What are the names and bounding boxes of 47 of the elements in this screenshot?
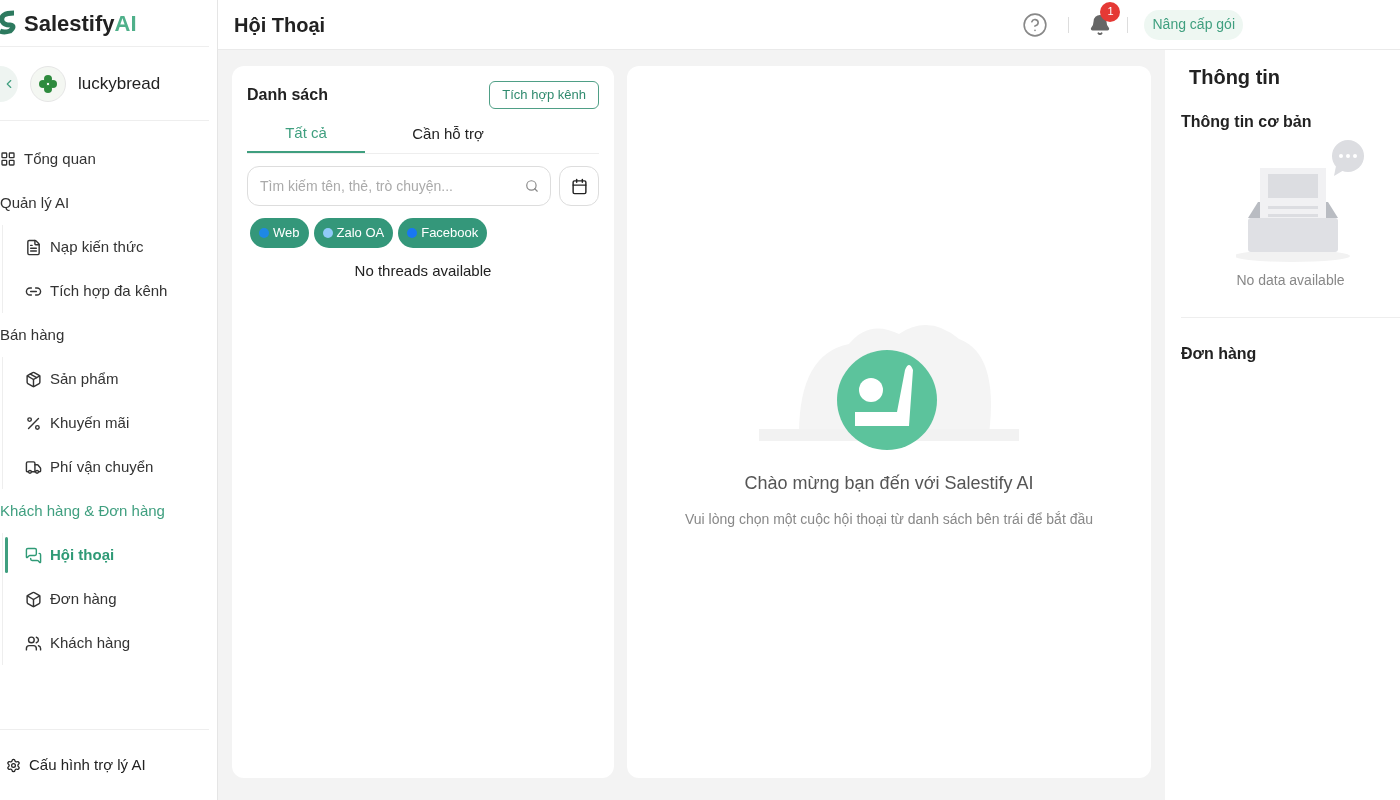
- search-icon: [525, 179, 539, 193]
- tab[interactable]: Cần hỗ trợ: [389, 115, 507, 153]
- search-field[interactable]: Tìm kiếm tên, thẻ, trò chuyện...: [247, 166, 551, 206]
- welcome-subtitle: Vui lòng chọn một cuộc hội thoại từ danh sách bên trái để bắt đầu: [684, 510, 1094, 529]
- nav-item[interactable]: Khuyến mãi: [25, 411, 130, 435]
- channel-filter[interactable]: Facebook: [398, 218, 488, 248]
- info-title: Thông tin: [1189, 65, 1282, 90]
- orders-title: Đơn hàng: [1181, 344, 1258, 364]
- integrate-channel-button[interactable]: Tích hợp kênh: [489, 81, 599, 109]
- nav-icon: [25, 370, 42, 388]
- nav-item[interactable]: Khách hàng: [25, 631, 131, 655]
- grid-icon: [0, 151, 16, 167]
- notification-badge: 1: [1100, 1, 1121, 22]
- page-title: Hội Thoại: [234, 12, 326, 38]
- nav-icon: [25, 546, 42, 564]
- nav-item[interactable]: Nạp kiến thức: [25, 235, 144, 259]
- calendar-icon: [570, 177, 588, 195]
- basic-info-title: Thông tin cơ bản: [1181, 112, 1313, 132]
- empty-threads-text: No threads available: [353, 261, 493, 281]
- welcome-title: Chào mừng bạn đến với Salestify AI: [744, 472, 1034, 495]
- active-indicator: [5, 537, 8, 573]
- channel-filter[interactable]: Web: [250, 218, 309, 248]
- settings-icon: [6, 757, 21, 773]
- notification-icon[interactable]: [1089, 13, 1112, 36]
- calendar-button[interactable]: [559, 166, 599, 206]
- nav-section-title: Quản lý AI: [0, 192, 71, 213]
- no-data-text: No data available: [1235, 271, 1346, 290]
- nav-item[interactable]: Đơn hàng: [25, 587, 117, 611]
- nav-icon: [25, 238, 42, 256]
- nav-icon: [25, 634, 42, 652]
- nav-item[interactable]: Tổng quan: [0, 137, 217, 181]
- nav-section-title: Khách hàng & Đơn hàng: [0, 500, 166, 521]
- workspace-name: luckybread: [78, 72, 161, 95]
- nav-icon: [25, 414, 42, 432]
- clover-icon: [38, 73, 58, 94]
- nav-item[interactable]: Sản phẩm: [25, 367, 119, 391]
- channel-filter[interactable]: Zalo OA: [313, 218, 394, 248]
- settings-link[interactable]: Cấu hình trợ lý AI: [0, 730, 217, 800]
- nav-item[interactable]: Phí vận chuyển: [25, 455, 154, 479]
- help-icon[interactable]: [1022, 11, 1049, 38]
- nav-section-title: Bán hàng: [0, 324, 66, 345]
- nav-item[interactable]: Tích hợp đa kênh: [25, 279, 168, 303]
- nav-icon: [25, 590, 42, 608]
- nav-icon: [25, 458, 42, 476]
- list-title: Danh sách: [247, 85, 328, 105]
- nav-item[interactable]: Hội thoại: [25, 543, 115, 567]
- brand-name: SalestifyAI: [24, 9, 137, 38]
